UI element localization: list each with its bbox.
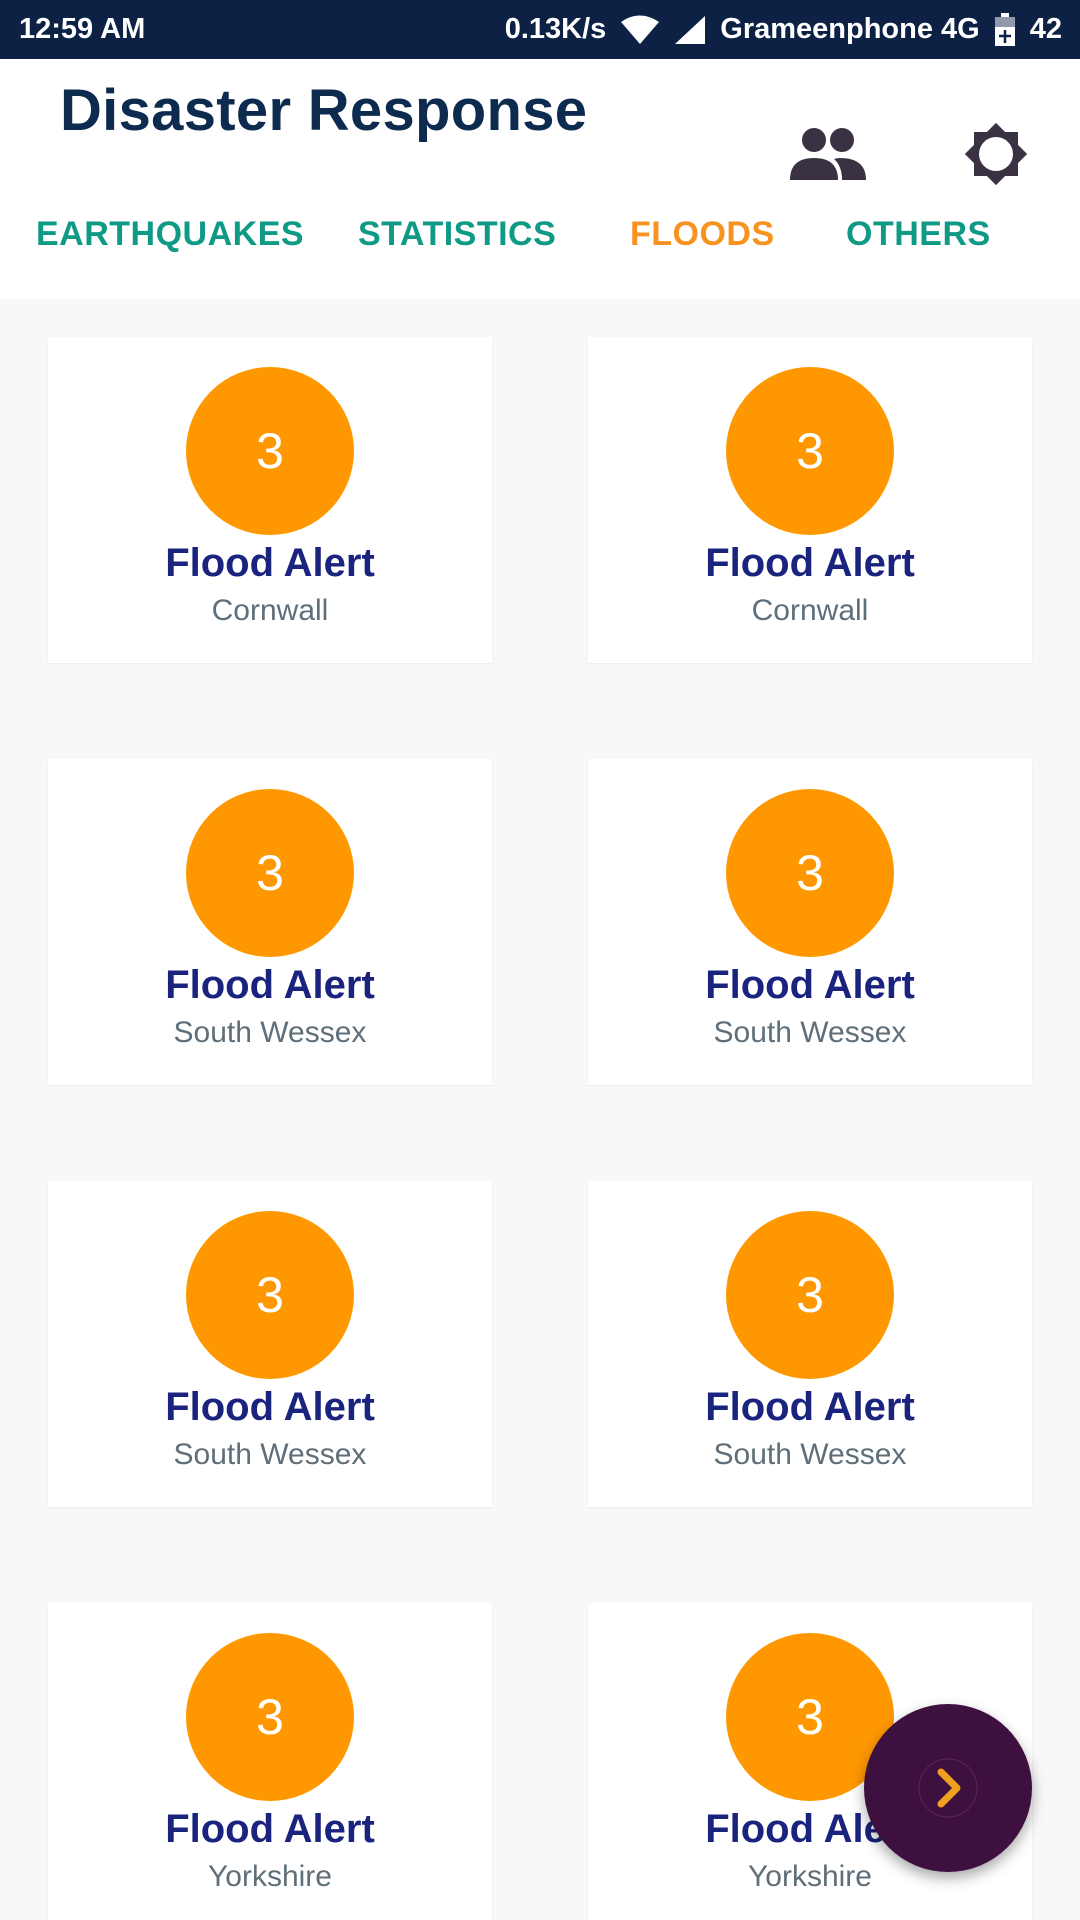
status-bar: 12:59 AM 0.13K/s Grameenphone 4G 42 bbox=[0, 0, 1080, 59]
alert-title: Flood Alert bbox=[705, 963, 915, 1007]
signal-icon bbox=[675, 15, 706, 44]
alert-title: Flood Alert bbox=[165, 541, 375, 585]
alert-level-badge: 3 bbox=[186, 1211, 354, 1379]
alert-title: Flood Alert bbox=[165, 1807, 375, 1851]
screen: 12:59 AM 0.13K/s Grameenphone 4G 42 Disa… bbox=[0, 0, 1080, 1920]
alert-level-badge: 3 bbox=[726, 1211, 894, 1379]
settings-button[interactable] bbox=[946, 104, 1046, 204]
alert-region: Cornwall bbox=[211, 594, 329, 627]
alert-title: Flood Alert bbox=[705, 541, 915, 585]
page-title: Disaster Response bbox=[60, 78, 588, 143]
people-icon bbox=[790, 128, 866, 180]
alert-title: Flood Alert bbox=[705, 1385, 915, 1429]
alert-region: Yorkshire bbox=[208, 1860, 332, 1893]
alert-card[interactable]: 3 Flood Alert Yorkshire bbox=[48, 1603, 492, 1920]
tab-floods[interactable]: FLOODS bbox=[630, 199, 775, 269]
battery-level: 42 bbox=[1029, 13, 1062, 45]
alert-region: Cornwall bbox=[751, 594, 869, 627]
alert-card[interactable]: 3 Flood Alert Cornwall bbox=[48, 337, 492, 663]
alert-card[interactable]: 3 Flood Alert South Wessex bbox=[588, 759, 1032, 1085]
alert-title: Flood Alert bbox=[165, 1385, 375, 1429]
alert-card[interactable]: 3 Flood Alert South Wessex bbox=[48, 759, 492, 1085]
alert-title: Flood Alert bbox=[165, 963, 375, 1007]
network-speed: 0.13K/s bbox=[504, 13, 607, 45]
tab-others[interactable]: OTHERS bbox=[846, 199, 991, 269]
alert-level-badge: 3 bbox=[186, 367, 354, 535]
next-fab-button[interactable] bbox=[864, 1704, 1032, 1872]
gear-icon bbox=[964, 122, 1028, 186]
alert-card[interactable]: 3 Flood Alert South Wessex bbox=[48, 1181, 492, 1507]
alert-level-badge: 3 bbox=[186, 1633, 354, 1801]
wifi-icon bbox=[621, 15, 660, 44]
alert-card[interactable]: 3 Flood Alert South Wessex bbox=[588, 1181, 1032, 1507]
tab-earthquakes[interactable]: EARTHQUAKES bbox=[36, 199, 304, 269]
alert-level-badge: 3 bbox=[186, 789, 354, 957]
alert-card[interactable]: 3 Flood Alert Cornwall bbox=[588, 337, 1032, 663]
alert-level-badge: 3 bbox=[726, 367, 894, 535]
alert-region: South Wessex bbox=[173, 1438, 367, 1471]
team-button[interactable] bbox=[778, 104, 878, 204]
tab-statistics[interactable]: STATISTICS bbox=[358, 199, 556, 269]
alert-region: South Wessex bbox=[713, 1438, 907, 1471]
tab-bar: EARTHQUAKES STATISTICS FLOODS OTHERS bbox=[0, 199, 1080, 269]
app-header: Disaster Response EARTHQUAKES STATISTICS bbox=[0, 59, 1080, 299]
status-right: 0.13K/s Grameenphone 4G 42 bbox=[491, 12, 1062, 47]
alert-region: South Wessex bbox=[713, 1016, 907, 1049]
chevron-right-icon bbox=[918, 1758, 978, 1818]
alert-region: South Wessex bbox=[173, 1016, 367, 1049]
battery-icon bbox=[994, 12, 1015, 46]
alert-level-badge: 3 bbox=[726, 789, 894, 957]
status-time: 12:59 AM bbox=[19, 13, 146, 45]
carrier-name: Grameenphone 4G bbox=[720, 13, 980, 45]
